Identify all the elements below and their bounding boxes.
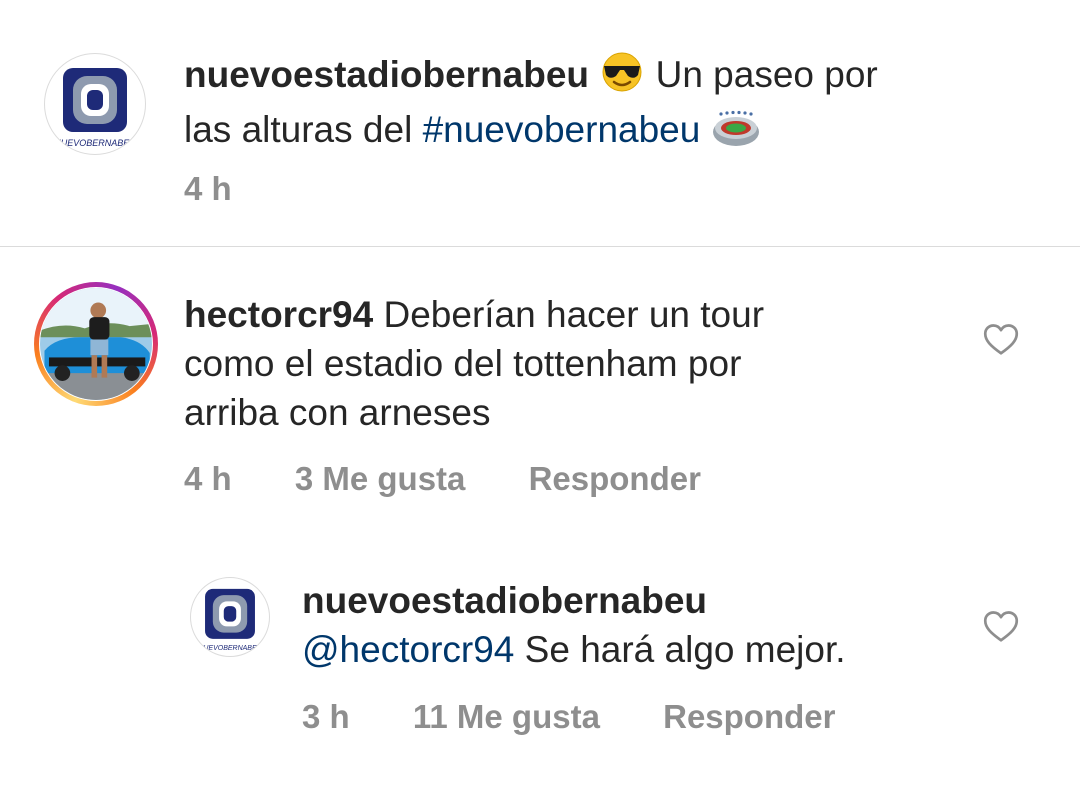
caption-avatar[interactable]: NUEVOBERNABEU	[44, 53, 146, 155]
comment-2-meta: 3 h 11 Me gusta Responder	[302, 698, 835, 736]
caption-divider	[0, 246, 1080, 247]
comment-2-text: nuevoestadiobernabeu @hectorcr94 Se hará…	[302, 576, 962, 674]
nuevobernabeu-logo: NUEVOBERNABEU	[54, 68, 136, 148]
comment-1-text: hectorcr94 Deberían hacer un tour como e…	[184, 294, 765, 433]
comment-2-likes[interactable]: 11 Me gusta	[413, 698, 600, 736]
comment-1-like-button[interactable]	[983, 322, 1019, 356]
comment-2-username[interactable]: nuevoestadiobernabeu	[302, 576, 962, 625]
comment-2-avatar[interactable]: NUEVOBERNABEU	[190, 577, 270, 657]
comment-1-meta: 4 h 3 Me gusta Responder	[184, 460, 701, 498]
caption-text: nuevoestadiobernabeu Un paseo por las al…	[184, 50, 1044, 160]
caption-line-2: las alturas del #nuevobernabeu	[184, 105, 1044, 160]
user-photo	[40, 288, 152, 400]
hashtag-link[interactable]: #nuevobernabeu	[423, 109, 701, 150]
caption-timestamp[interactable]: 4 h	[184, 170, 232, 208]
comment-2-like-button[interactable]	[983, 609, 1019, 643]
mention-link[interactable]: @hectorcr94	[302, 629, 514, 670]
caption-username[interactable]: nuevoestadiobernabeu	[184, 54, 589, 95]
svg-text:NUEVOBERNABEU: NUEVOBERNABEU	[198, 645, 262, 652]
comments-screen: NUEVOBERNABEU nuevoestadiobernabeu Un pa…	[0, 0, 1080, 798]
sunglasses-emoji-icon	[599, 51, 645, 105]
heart-outline-icon	[983, 611, 1019, 642]
heart-outline-icon	[983, 324, 1019, 355]
nuevobernabeu-logo: NUEVOBERNABEU	[198, 588, 263, 652]
comment-1-timestamp[interactable]: 4 h	[184, 460, 232, 498]
comment-2-timestamp[interactable]: 3 h	[302, 698, 350, 736]
caption-line-1: nuevoestadiobernabeu Un paseo por	[184, 50, 1044, 105]
comment-1-username[interactable]: hectorcr94	[184, 294, 373, 335]
comment-1-reply-button[interactable]: Responder	[529, 460, 701, 498]
stadium-emoji-icon	[711, 108, 761, 160]
caption-meta: 4 h	[184, 170, 232, 208]
svg-text:NUEVOBERNABEU: NUEVOBERNABEU	[54, 138, 136, 148]
comment-1-avatar[interactable]	[34, 282, 158, 406]
comment-1-likes[interactable]: 3 Me gusta	[295, 460, 466, 498]
comment-2-reply-button[interactable]: Responder	[663, 698, 835, 736]
